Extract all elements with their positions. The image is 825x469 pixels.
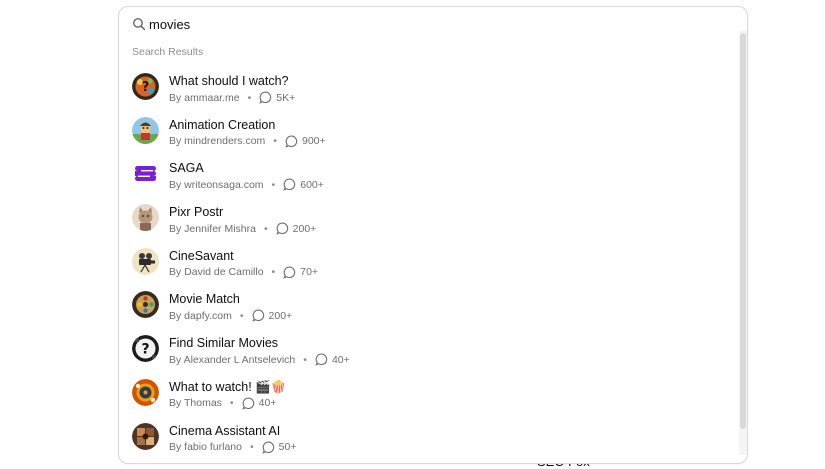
conversation-count: 5K+ xyxy=(276,91,296,104)
separator-dot: • xyxy=(263,222,268,235)
result-meta: By writeonsaga.com • 600+ xyxy=(169,178,324,192)
chat-bubble-icon xyxy=(285,135,298,148)
conversation-count: 50+ xyxy=(278,441,297,453)
chat-bubble-icon xyxy=(283,178,296,192)
result-author: By mindrenders.com xyxy=(169,135,266,148)
conversation-count: 200+ xyxy=(292,222,317,235)
result-author: By Jennifer Mishra xyxy=(169,222,256,235)
result-author: By ammaar.me xyxy=(169,91,240,104)
chat-bubble-icon xyxy=(262,441,274,454)
result-meta: By mindrenders.com • 900+ xyxy=(169,135,326,148)
result-item[interactable]: CineSavant By David de Camillo • 70+ xyxy=(119,243,747,287)
separator-dot: • xyxy=(271,178,276,191)
result-meta: By Thomas • 40+ xyxy=(169,397,276,410)
result-meta: By Jennifer Mishra • 200+ xyxy=(169,222,316,235)
result-meta: By David de Camillo • 70+ xyxy=(169,266,318,279)
film-reel-icon xyxy=(132,291,159,319)
result-meta: By fabio furlano • 50+ xyxy=(169,441,296,454)
result-item[interactable]: What to watch! 🎬🍿 By Thomas • 40+ xyxy=(119,374,747,418)
chat-bubble-icon xyxy=(283,266,296,279)
film-camera-icon xyxy=(132,247,159,275)
result-item[interactable]: SAGA By writeonsaga.com • 600+ xyxy=(119,155,747,199)
result-title: What to watch! 🎬🍿 xyxy=(169,379,287,394)
cat-portrait-icon xyxy=(132,204,159,232)
separator-dot: • xyxy=(303,353,307,366)
scrollbar-thumb[interactable] xyxy=(740,33,746,429)
search-bar[interactable] xyxy=(119,7,747,41)
result-title: Find Similar Movies xyxy=(169,336,279,351)
result-title: Movie Match xyxy=(169,292,240,307)
conversation-count: 70+ xyxy=(300,266,319,279)
question-mark-popcorn-icon: ? xyxy=(132,73,159,100)
conversation-count: 40+ xyxy=(331,353,350,366)
search-results-heading: Search Results xyxy=(132,46,204,58)
result-item[interactable]: ? What should I watch? By ammaar.me • 5K… xyxy=(119,68,747,112)
result-author: By writeonsaga.com xyxy=(169,178,264,191)
result-meta: By dapfy.com • 200+ xyxy=(169,309,293,323)
search-input[interactable] xyxy=(149,13,709,35)
result-title: SAGA xyxy=(169,161,204,176)
conversation-count: 600+ xyxy=(300,178,324,191)
svg-text:?: ? xyxy=(141,342,149,358)
chat-bubble-icon xyxy=(251,309,264,323)
result-meta: By ammaar.me • 5K+ xyxy=(169,91,295,104)
chat-bubble-icon xyxy=(315,353,328,366)
cinema-collage-icon xyxy=(132,422,159,450)
result-author: By David de Camillo xyxy=(169,266,264,279)
conversation-count: 40+ xyxy=(258,397,277,410)
result-author: By fabio furlano xyxy=(169,441,242,453)
chat-bubble-icon xyxy=(275,222,288,235)
separator-dot: • xyxy=(273,135,277,148)
result-item[interactable]: Cinema Assistant AI By fabio furlano • 5… xyxy=(119,418,747,462)
result-item[interactable]: ? Find Similar Movies By Alexander L Ant… xyxy=(119,330,747,374)
separator-dot: • xyxy=(247,91,252,104)
result-meta: By Alexander L Antselevich • 40+ xyxy=(169,353,350,366)
result-author: By Alexander L Antselevich xyxy=(169,353,296,366)
chat-bubble-icon xyxy=(241,397,254,410)
question-mark-film-icon: ? xyxy=(132,335,159,363)
result-item[interactable]: Pixr Postr By Jennifer Mishra • 200+ xyxy=(119,199,747,243)
result-title: CineSavant xyxy=(169,248,234,263)
result-title: Animation Creation xyxy=(169,117,276,132)
result-title: What should I watch? xyxy=(169,74,289,88)
popcorn-reel-icon xyxy=(132,378,159,406)
separator-dot: • xyxy=(239,309,244,322)
svg-text:?: ? xyxy=(142,80,150,95)
search-icon xyxy=(133,18,146,31)
separator-dot: • xyxy=(271,266,276,279)
conversation-count: 200+ xyxy=(268,309,293,322)
search-dialog: Search Results ? What should I watch? By… xyxy=(118,6,748,464)
conversation-count: 900+ xyxy=(301,135,326,148)
result-title: Cinema Assistant AI xyxy=(169,423,281,438)
separator-dot: • xyxy=(249,441,254,453)
results-list: ? What should I watch? By ammaar.me • 5K… xyxy=(119,68,747,461)
result-item[interactable]: Movie Match By dapfy.com • 200+ xyxy=(119,286,747,330)
result-item[interactable]: Animation Creation By mindrenders.com • … xyxy=(119,112,747,156)
chat-bubble-icon xyxy=(259,91,272,104)
separator-dot: • xyxy=(229,397,234,410)
result-author: By dapfy.com xyxy=(169,309,232,322)
result-title: Pixr Postr xyxy=(169,205,224,220)
animated-character-icon xyxy=(132,116,159,144)
result-author: By Thomas xyxy=(169,397,222,410)
saga-logo-icon xyxy=(132,160,159,188)
